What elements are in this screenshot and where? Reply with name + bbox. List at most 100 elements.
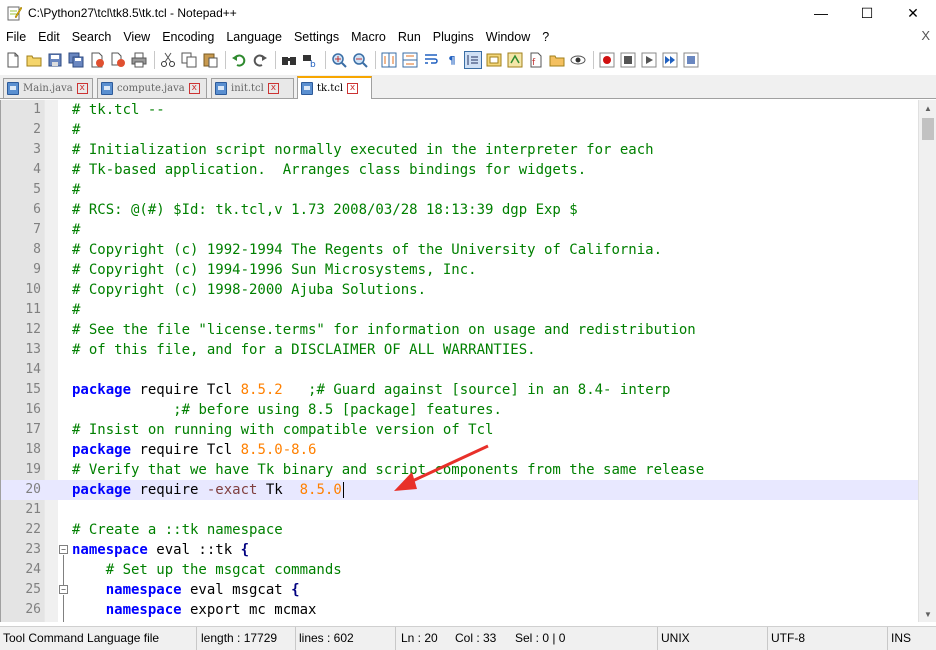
code-line[interactable]: 15 package require Tcl 8.5.2 ;# Guard aga… [1, 380, 920, 400]
menu-settings[interactable]: Settings [288, 27, 345, 47]
menu-search[interactable]: Search [66, 27, 118, 47]
close-window-button[interactable]: ✕ [890, 0, 936, 26]
code-line[interactable]: 24 # Set up the msgcat commands [1, 560, 920, 580]
code-text[interactable]: namespace export mc mcmax [72, 600, 317, 620]
code-text[interactable]: namespace eval ::tk { [72, 540, 249, 560]
vertical-scrollbar[interactable]: ▲ ▼ [918, 100, 936, 622]
code-text[interactable]: # See the file "license.terms" for infor… [72, 320, 696, 340]
code-line[interactable]: 26 namespace export mc mcmax [1, 600, 920, 620]
code-line[interactable]: 10 # Copyright (c) 1998-2000 Ajuba Soluti… [1, 280, 920, 300]
fold-toggle-icon[interactable]: − [59, 585, 68, 594]
menu-run[interactable]: Run [392, 27, 427, 47]
close-icon[interactable]: x [76, 83, 88, 94]
menu-macro[interactable]: Macro [345, 27, 392, 47]
word-wrap-icon[interactable] [422, 51, 440, 69]
code-line[interactable]: 23 namespace eval ::tk { [1, 540, 920, 560]
code-line[interactable]: 4 # Tk-based application. Arranges class … [1, 160, 920, 180]
play-macro-icon[interactable] [640, 51, 658, 69]
zoom-in-icon[interactable] [330, 51, 348, 69]
code-line[interactable]: 7 # [1, 220, 920, 240]
scrollbar-thumb[interactable] [922, 118, 934, 140]
code-text[interactable]: # [72, 180, 80, 200]
code-text[interactable]: # Copyright (c) 1994-1996 Sun Microsyste… [72, 260, 477, 280]
close-icon[interactable]: x [267, 83, 279, 94]
code-line[interactable]: 3 # Initialization script normally execut… [1, 140, 920, 160]
tab-main-java[interactable]: Main.java x [3, 78, 93, 98]
code-text[interactable]: # [72, 300, 80, 320]
code-text[interactable]: # [72, 220, 80, 240]
code-line[interactable]: 17 # Insist on running with compatible ve… [1, 420, 920, 440]
menu-edit[interactable]: Edit [32, 27, 66, 47]
record-macro-icon[interactable] [598, 51, 616, 69]
maximize-button[interactable]: ☐ [844, 0, 890, 26]
code-text[interactable]: # Create a ::tk namespace [72, 520, 283, 540]
scroll-up-icon[interactable]: ▲ [919, 100, 936, 116]
open-file-icon[interactable] [25, 51, 43, 69]
code-line[interactable]: 6 # RCS: @(#) $Id: tk.tcl,v 1.73 2008/03/… [1, 200, 920, 220]
close-all-icon[interactable] [109, 51, 127, 69]
run-macro-multiple-icon[interactable] [661, 51, 679, 69]
copy-icon[interactable] [180, 51, 198, 69]
tab-init-tcl[interactable]: init.tcl x [211, 78, 294, 98]
minimize-button[interactable]: — [798, 0, 844, 26]
stop-macro-icon[interactable] [619, 51, 637, 69]
code-line[interactable]: 11 # [1, 300, 920, 320]
function-list-icon[interactable] [506, 51, 524, 69]
undo-icon[interactable] [230, 51, 248, 69]
show-all-chars-icon[interactable]: ¶ [443, 51, 461, 69]
code-line[interactable]: 9 # Copyright (c) 1994-1996 Sun Microsyst… [1, 260, 920, 280]
code-line[interactable]: 8 # Copyright (c) 1992-1994 The Regents o… [1, 240, 920, 260]
code-line[interactable]: 18 package require Tcl 8.5.0-8.6 [1, 440, 920, 460]
close-icon[interactable]: x [347, 83, 359, 94]
save-icon[interactable] [46, 51, 64, 69]
close-document-button[interactable]: X [921, 28, 930, 43]
replace-icon[interactable]: b [301, 51, 319, 69]
code-text[interactable]: # Initialization script normally execute… [72, 140, 654, 160]
print-icon[interactable] [130, 51, 148, 69]
save-macro-icon[interactable] [682, 51, 700, 69]
code-text[interactable]: # Copyright (c) 1998-2000 Ajuba Solution… [72, 280, 426, 300]
menu-file[interactable]: File [0, 27, 32, 47]
doc-map-icon[interactable] [485, 51, 503, 69]
sync-vertical-icon[interactable] [380, 51, 398, 69]
code-text[interactable]: package require Tcl 8.5.2 ;# Guard again… [72, 380, 670, 400]
code-line[interactable]: 19 # Verify that we have Tk binary and sc… [1, 460, 920, 480]
code-text[interactable]: # [72, 120, 80, 140]
fold-toggle-icon[interactable]: − [59, 545, 68, 554]
indent-guide-icon[interactable] [464, 51, 482, 69]
menu-window[interactable]: Window [480, 27, 536, 47]
editor-area[interactable]: 1 # tk.tcl -- 2 #3 # Initialization script n… [0, 100, 920, 622]
monitoring-icon[interactable] [569, 51, 587, 69]
code-text[interactable]: package require Tcl 8.5.0-8.6 [72, 440, 316, 460]
code-line[interactable]: 21 [1, 500, 920, 520]
zoom-out-icon[interactable] [351, 51, 369, 69]
code-text[interactable]: # of this file, and for a DISCLAIMER OF … [72, 340, 536, 360]
code-text[interactable]: # Copyright (c) 1992-1994 The Regents of… [72, 240, 662, 260]
code-text[interactable]: # Insist on running with compatible vers… [72, 420, 493, 440]
code-line[interactable]: 14 [1, 360, 920, 380]
menu-view[interactable]: View [117, 27, 156, 47]
find-icon[interactable] [280, 51, 298, 69]
close-icon[interactable]: x [188, 83, 200, 94]
menu-encoding[interactable]: Encoding [156, 27, 220, 47]
menu-language[interactable]: Language [220, 27, 288, 47]
code-text[interactable]: # Verify that we have Tk binary and scri… [72, 460, 704, 480]
cut-icon[interactable] [159, 51, 177, 69]
code-text[interactable]: # RCS: @(#) $Id: tk.tcl,v 1.73 2008/03/2… [72, 200, 578, 220]
close-icon[interactable] [88, 51, 106, 69]
code-text[interactable]: package require -exact Tk 8.5.0 [72, 480, 344, 500]
code-text[interactable]: # Set up the msgcat commands [72, 560, 342, 580]
code-text[interactable]: # tk.tcl -- [72, 100, 165, 120]
folder-workspace-icon[interactable]: f [527, 51, 545, 69]
code-line[interactable]: 13 # of this file, and for a DISCLAIMER O… [1, 340, 920, 360]
code-line[interactable]: 20 package require -exact Tk 8.5.0 [1, 480, 920, 500]
code-line[interactable]: 16 ;# before using 8.5 [package] feature… [1, 400, 920, 420]
sync-horizontal-icon[interactable] [401, 51, 419, 69]
code-line[interactable]: 25 namespace eval msgcat { [1, 580, 920, 600]
scroll-down-icon[interactable]: ▼ [919, 606, 936, 622]
redo-icon[interactable] [251, 51, 269, 69]
new-file-icon[interactable] [4, 51, 22, 69]
folder-icon[interactable] [548, 51, 566, 69]
tab-tk-tcl[interactable]: tk.tcl x [297, 76, 372, 99]
code-line[interactable]: 2 # [1, 120, 920, 140]
